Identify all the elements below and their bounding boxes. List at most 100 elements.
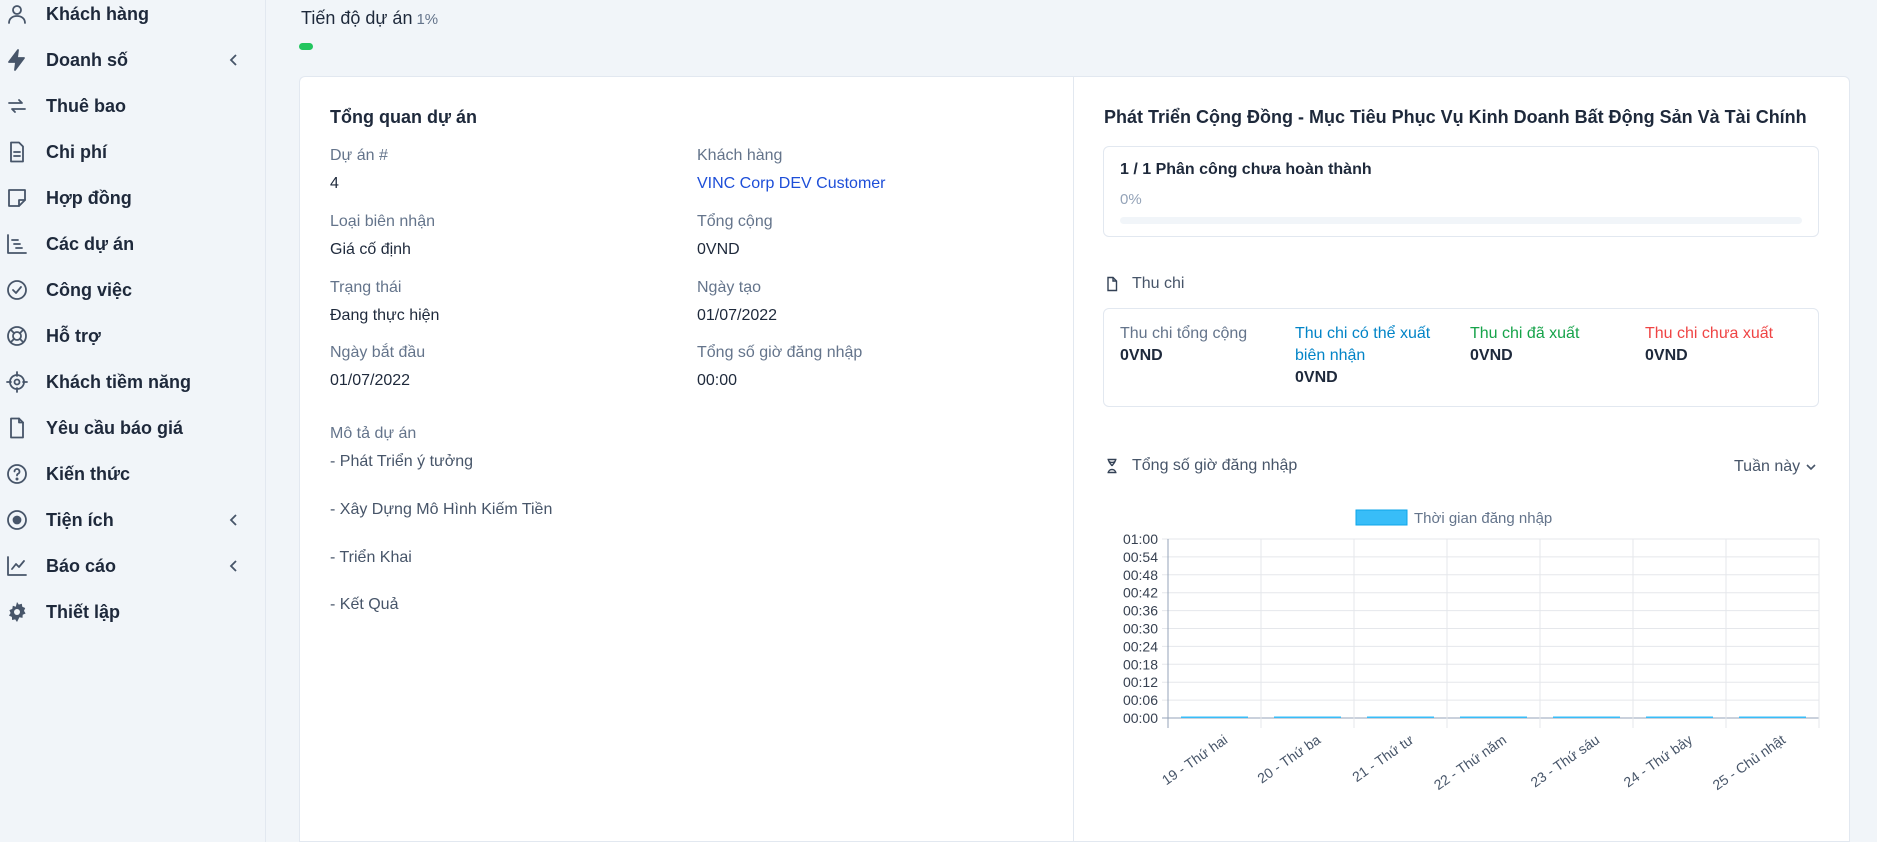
sticky-note-icon	[4, 185, 30, 211]
description-line: - Kết Quả	[330, 596, 399, 613]
created-label: Ngày tạo	[697, 279, 762, 296]
status-value: Đang thực hiện	[330, 307, 440, 324]
sidebar-item[interactable]: Hỗ trợ	[0, 316, 266, 356]
sidebar-item-label: Công việc	[46, 279, 133, 300]
y-tick-label: 00:00	[1123, 710, 1158, 726]
finance-total-label: Thu chi tổng cộng	[1120, 325, 1248, 342]
logged-hours-label: Tổng số giờ đăng nhập	[697, 344, 863, 361]
y-tick-label: 00:54	[1123, 549, 1158, 565]
finance-header: Thu chi	[1104, 275, 1184, 293]
sidebar-item-label: Khách tiềm năng	[46, 371, 192, 392]
dot-circle-icon	[4, 507, 30, 533]
progress-bar	[299, 43, 313, 50]
chevron-left-icon	[229, 560, 237, 572]
finance-billable-label: Thu chi có thể xuất biên nhận	[1295, 325, 1431, 364]
sidebar-item[interactable]: Kiến thức	[0, 454, 266, 494]
bolt-icon	[4, 47, 30, 73]
period-dropdown[interactable]: Tuần này	[1734, 458, 1818, 476]
tasks-incomplete-title: 1 / 1 Phân công chưa hoàn thành	[1120, 161, 1372, 178]
period-selected: Tuần này	[1734, 458, 1801, 475]
y-tick-label: 00:36	[1123, 603, 1158, 619]
sidebar-item[interactable]: Yêu cầu báo giá	[0, 408, 266, 448]
total-value: 0VND	[697, 241, 740, 258]
bar[interactable]	[1460, 716, 1527, 719]
finance-billable-value: 0VND	[1295, 369, 1338, 386]
legend-swatch[interactable]	[1355, 509, 1408, 526]
sidebar-item[interactable]: Công việc	[0, 270, 266, 310]
finance-box: Thu chi tổng cộng 0VND Thu chi có thể xu…	[1103, 308, 1819, 407]
y-tick-label: 00:30	[1123, 621, 1158, 637]
sidebar-item[interactable]: Doanh số	[0, 40, 266, 80]
sidebar-item[interactable]: Chi phí	[0, 132, 266, 172]
y-tick-label: 00:06	[1123, 692, 1158, 708]
x-tick-label: 21 - Thứ tư	[1349, 731, 1416, 785]
sidebar-item[interactable]: Khách hàng	[0, 0, 266, 34]
sidebar-item[interactable]: Thuê bao	[0, 86, 266, 126]
bar[interactable]	[1553, 716, 1620, 719]
question-circle-icon	[4, 461, 30, 487]
hourglass-icon	[1107, 458, 1117, 474]
x-tick-label: 20 - Thứ ba	[1254, 731, 1323, 786]
logged-hours-title: Tổng số giờ đăng nhập	[1132, 457, 1298, 474]
file-icon	[4, 415, 30, 441]
bar[interactable]	[1739, 716, 1806, 719]
sidebar-item-label: Thiết lập	[46, 601, 121, 622]
document-icon	[4, 139, 30, 165]
tasks-box: 1 / 1 Phân công chưa hoàn thành 0%	[1103, 146, 1819, 237]
billing-type-value: Giá cố định	[330, 241, 411, 258]
bar[interactable]	[1646, 716, 1713, 719]
project-no-label: Dự án #	[330, 147, 388, 164]
tasks-percent: 0%	[1120, 191, 1142, 208]
sidebar-item-label: Kiến thức	[46, 463, 131, 484]
progress-label: Tiến độ dự án	[301, 8, 413, 28]
description-line: - Triển Khai	[330, 549, 412, 566]
sidebar-item[interactable]: Thiết lập	[0, 592, 266, 632]
gear-icon	[4, 599, 30, 625]
sidebar-item[interactable]: Báo cáo	[0, 546, 266, 586]
finance-unbilled-value: 0VND	[1645, 347, 1688, 364]
y-tick-label: 00:48	[1123, 567, 1158, 583]
bar[interactable]	[1181, 716, 1248, 719]
finance-unbilled: Thu chi chưa xuất 0VND	[1645, 323, 1810, 365]
bar[interactable]	[1367, 716, 1434, 719]
status-label: Trạng thái	[330, 279, 402, 296]
crosshair-icon	[4, 369, 30, 395]
chart-line-icon	[4, 553, 30, 579]
project-progress-title: Tiến độ dự án 1%	[301, 8, 438, 29]
sidebar-item-label: Khách hàng	[46, 3, 150, 24]
chevron-left-icon	[229, 54, 237, 66]
y-tick-label: 00:24	[1123, 638, 1158, 654]
bar[interactable]	[1274, 716, 1341, 719]
finance-billed: Thu chi đã xuất 0VND	[1470, 323, 1635, 365]
sidebar-item-label: Hợp đồng	[46, 187, 132, 208]
x-tick-label: 25 - Chủ nhật	[1710, 731, 1789, 793]
sidebar-item[interactable]: Tiện ích	[0, 500, 266, 540]
x-tick-label: 23 - Thứ sáu	[1528, 731, 1603, 790]
project-overview-card: Tổng quan dự án Dự án # 4 Khách hàng VIN…	[299, 76, 1074, 842]
check-circle-icon	[4, 277, 30, 303]
tasks-progress-bar	[1120, 217, 1802, 224]
file-icon	[1107, 276, 1118, 292]
project-no-value: 4	[330, 175, 339, 192]
progress-percent: 1%	[416, 11, 439, 28]
y-tick-label: 01:00	[1123, 531, 1158, 547]
x-tick-label: 19 - Thứ hai	[1159, 731, 1230, 788]
legend-label: Thời gian đăng nhập	[1414, 510, 1552, 527]
life-ring-icon	[4, 323, 30, 349]
x-tick-label: 24 - Thứ bảy	[1621, 731, 1696, 790]
y-tick-label: 00:12	[1123, 674, 1158, 690]
sidebar-item[interactable]: Khách tiềm năng	[0, 362, 266, 402]
sidebar-item-label: Hỗ trợ	[46, 325, 101, 346]
customer-link[interactable]: VINC Corp DEV Customer	[697, 175, 886, 193]
chevron-down-icon	[1806, 464, 1816, 471]
finance-total-value: 0VND	[1120, 347, 1163, 364]
sidebar-item[interactable]: Các dự án	[0, 224, 266, 264]
finance-unbilled-label: Thu chi chưa xuất	[1645, 325, 1774, 342]
sidebar-item-label: Các dự án	[46, 233, 135, 254]
y-tick-label: 00:42	[1123, 585, 1158, 601]
description-line: - Xây Dựng Mô Hình Kiếm Tiền	[330, 501, 553, 518]
created-value: 01/07/2022	[697, 307, 778, 324]
overview-title: Tổng quan dự án	[330, 107, 478, 127]
sidebar-item[interactable]: Hợp đồng	[0, 178, 266, 218]
sidebar-item-label: Doanh số	[46, 49, 129, 70]
